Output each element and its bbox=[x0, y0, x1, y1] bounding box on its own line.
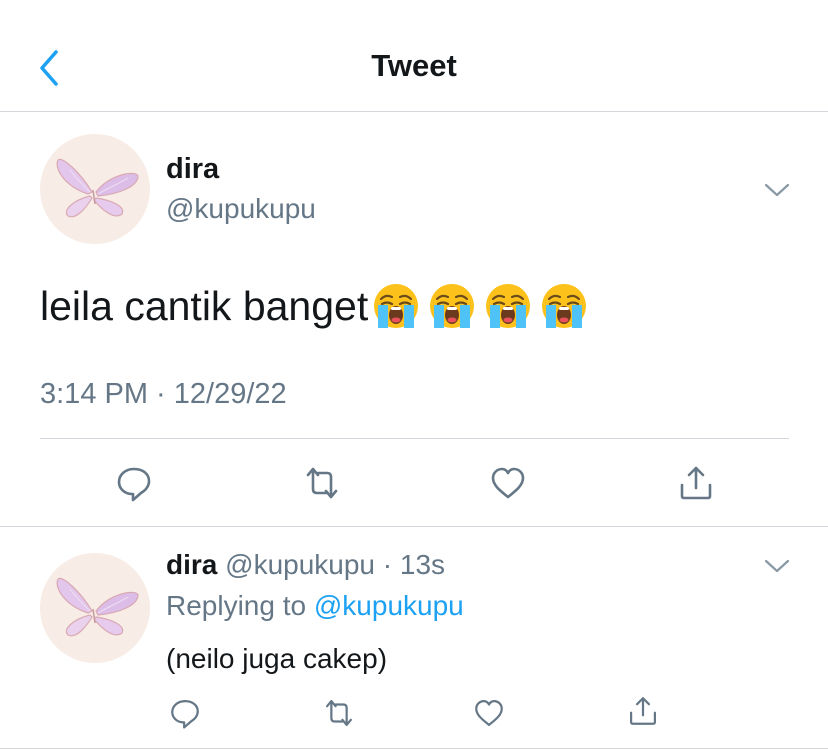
like-icon bbox=[475, 699, 503, 727]
tweet-text: leila cantik banget bbox=[40, 282, 588, 330]
divider bbox=[40, 438, 789, 439]
avatar[interactable] bbox=[40, 134, 150, 244]
chevron-down-icon bbox=[764, 559, 790, 573]
author-handle[interactable]: @kupukupu bbox=[166, 193, 316, 225]
reply-share-button[interactable] bbox=[626, 694, 660, 728]
tweet-timestamp[interactable]: 3:14 PM · 12/29/22 bbox=[40, 378, 287, 411]
like-icon bbox=[491, 467, 525, 499]
reply-button[interactable] bbox=[114, 463, 154, 503]
loudly-crying-face-icon bbox=[484, 282, 532, 330]
author-display-name[interactable]: dira bbox=[166, 153, 219, 186]
share-icon bbox=[680, 466, 712, 500]
loudly-crying-face-icon bbox=[372, 282, 420, 330]
retweet-icon bbox=[325, 699, 353, 727]
reply-icon bbox=[171, 699, 199, 729]
butterfly-avatar-image bbox=[56, 577, 139, 637]
page-title: Tweet bbox=[371, 48, 457, 83]
replying-to: Replying to @kupukupu bbox=[166, 590, 464, 622]
reply-header: dira @kupukupu · 13s bbox=[166, 549, 445, 581]
retweet-button[interactable] bbox=[302, 463, 342, 503]
loudly-crying-face-icon bbox=[428, 282, 476, 330]
replying-to-label: Replying to bbox=[166, 590, 314, 621]
reply-retweet-button[interactable] bbox=[322, 696, 356, 730]
divider bbox=[0, 748, 828, 749]
share-button[interactable] bbox=[676, 463, 716, 503]
top-nav-bar: Tweet bbox=[0, 0, 828, 112]
butterfly-avatar-image bbox=[56, 158, 139, 218]
retweet-icon bbox=[306, 467, 338, 499]
tweet-options-button[interactable] bbox=[762, 180, 792, 200]
reply-options-button[interactable] bbox=[762, 556, 792, 576]
reply-text: (neilo juga cakep) bbox=[166, 643, 388, 674]
reply-reply-button[interactable] bbox=[168, 696, 202, 730]
divider bbox=[0, 526, 828, 527]
reply-icon bbox=[117, 467, 151, 502]
chevron-down-icon bbox=[764, 183, 790, 197]
reply-like-button[interactable] bbox=[472, 696, 506, 730]
replying-to-handle-link[interactable]: @kupukupu bbox=[314, 590, 464, 621]
reply-handle-time: @kupukupu · 13s bbox=[225, 549, 446, 580]
reply-avatar[interactable] bbox=[40, 553, 150, 663]
tweet-text-body: leila cantik banget bbox=[40, 283, 369, 329]
share-icon bbox=[629, 697, 657, 725]
reply-author-name[interactable]: dira bbox=[166, 549, 217, 580]
loudly-crying-face-icon bbox=[540, 282, 588, 330]
like-button[interactable] bbox=[488, 463, 528, 503]
